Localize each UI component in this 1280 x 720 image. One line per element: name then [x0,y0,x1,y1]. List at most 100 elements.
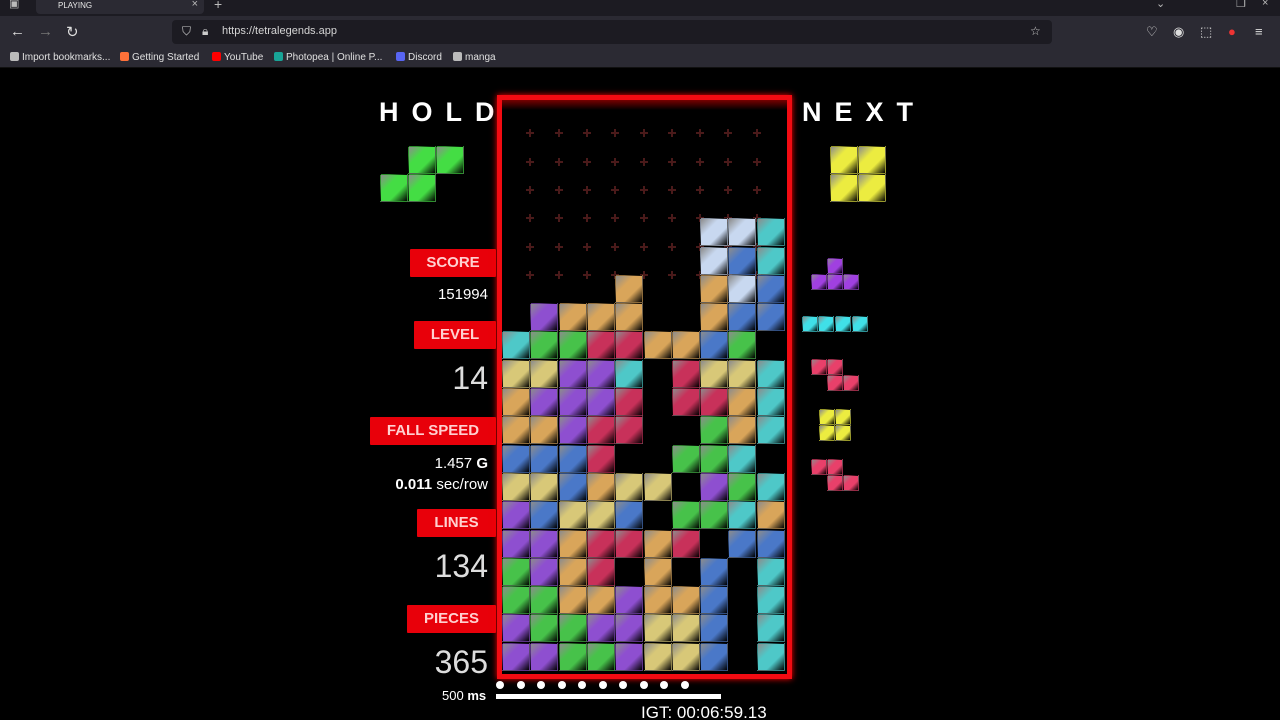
mino [811,274,827,290]
mino [559,331,587,359]
fall-speed-sec: 0.011 sec/row [370,476,488,493]
mino [436,146,464,174]
grid-mark [611,243,619,251]
mino [530,331,558,359]
mino [802,316,818,332]
bookmark-item[interactable]: Photopea | Online P... [274,52,382,63]
lock-delay-text: 500 ms [442,688,486,703]
bookmark-star-icon[interactable]: ☆ [1030,24,1041,38]
mino [644,614,672,642]
reload-icon[interactable]: ↻ [66,23,79,41]
bookmark-label: Import bookmarks... [22,52,111,63]
forward-icon[interactable]: → [38,23,53,40]
hold-title: HOLD [379,97,508,127]
mino [587,501,615,529]
mino [858,174,886,202]
grid-mark [611,186,619,194]
fall-speed-sec-value: 0.011 [395,476,433,493]
url-text[interactable]: https://tetralegends.app [222,25,337,37]
mino [644,530,672,558]
mino [502,360,530,388]
mino [615,303,643,331]
mino [615,530,643,558]
mino [728,388,756,416]
mino [644,473,672,501]
mino [672,643,700,671]
mino [835,409,851,425]
mino [530,388,558,416]
grid-mark [611,129,619,137]
mino [830,174,858,202]
mino [502,501,530,529]
score-value: 151994 [437,286,488,303]
new-tab-icon[interactable]: + [214,0,222,12]
mino [587,331,615,359]
lock-icon[interactable]: 🔒︎ [202,24,208,39]
pocket-icon[interactable]: ♡ [1146,24,1158,40]
bookmark-label: Photopea | Online P... [286,52,383,63]
mino [587,586,615,614]
mino [502,445,530,473]
mino [502,530,530,558]
mino [852,316,868,332]
mino [587,558,615,586]
extensions-icon[interactable]: ⬚ [1200,24,1212,40]
address-bar[interactable]: ⛉ 🔒︎ https://tetralegends.app ☆ [172,20,1052,44]
bookmark-item[interactable]: Import bookmarks... [10,52,110,63]
grid-mark [583,158,591,166]
mino [587,303,615,331]
fall-speed-g-unit: G [476,455,488,472]
danger-glow [502,100,787,110]
mino [644,643,672,671]
mino [835,425,851,441]
mino [819,409,835,425]
mino [530,445,558,473]
fall-speed-label: FALL SPEED [370,417,496,445]
mino [843,375,859,391]
mino [380,174,408,202]
pieces-value: 365 [434,644,488,680]
bookmark-item[interactable]: manga [453,52,496,63]
mino [757,388,785,416]
mino [757,275,785,303]
grid-mark [668,214,676,222]
ublock-icon[interactable]: ● [1228,24,1236,39]
mino [587,643,615,671]
lock-delay-unit: ms [467,688,487,703]
menu-icon[interactable]: ≡ [1255,24,1263,39]
mino [728,247,756,275]
bookmark-icon [453,52,462,61]
bookmark-item[interactable]: Discord [396,52,442,63]
bookmarks-toolbar: Import bookmarks... Getting Started YouTub… [0,48,1280,68]
grid-mark [555,243,563,251]
mino [559,586,587,614]
bookmark-item[interactable]: Getting Started [120,52,199,63]
mino [757,416,785,444]
lock-delay-dot [578,681,586,689]
restore-window-icon[interactable]: ❐ [1236,0,1246,10]
mino [700,416,728,444]
lock-delay-dot [537,681,545,689]
grid-mark [753,158,761,166]
mino [819,425,835,441]
close-tab-icon[interactable]: × [192,0,198,10]
mino [728,473,756,501]
tab-list-icon[interactable]: ⌄ [1156,0,1165,10]
shield-icon[interactable]: ⛉ [182,24,191,39]
tab-title: PLAYING [58,1,93,10]
mino [827,475,843,491]
back-icon[interactable]: ← [10,23,25,40]
tab-active[interactable]: PLAYING × [36,0,204,14]
grid-mark [696,158,704,166]
account-icon[interactable]: ◉ [1173,24,1184,40]
mino [700,360,728,388]
window-menu-icon[interactable]: ▣ [9,0,19,10]
mino [700,643,728,671]
close-window-icon[interactable]: × [1262,0,1268,9]
bookmark-item[interactable]: YouTube [212,52,263,63]
mino [587,445,615,473]
mino [672,360,700,388]
grid-mark [526,129,534,137]
mino [559,388,587,416]
mino [559,360,587,388]
